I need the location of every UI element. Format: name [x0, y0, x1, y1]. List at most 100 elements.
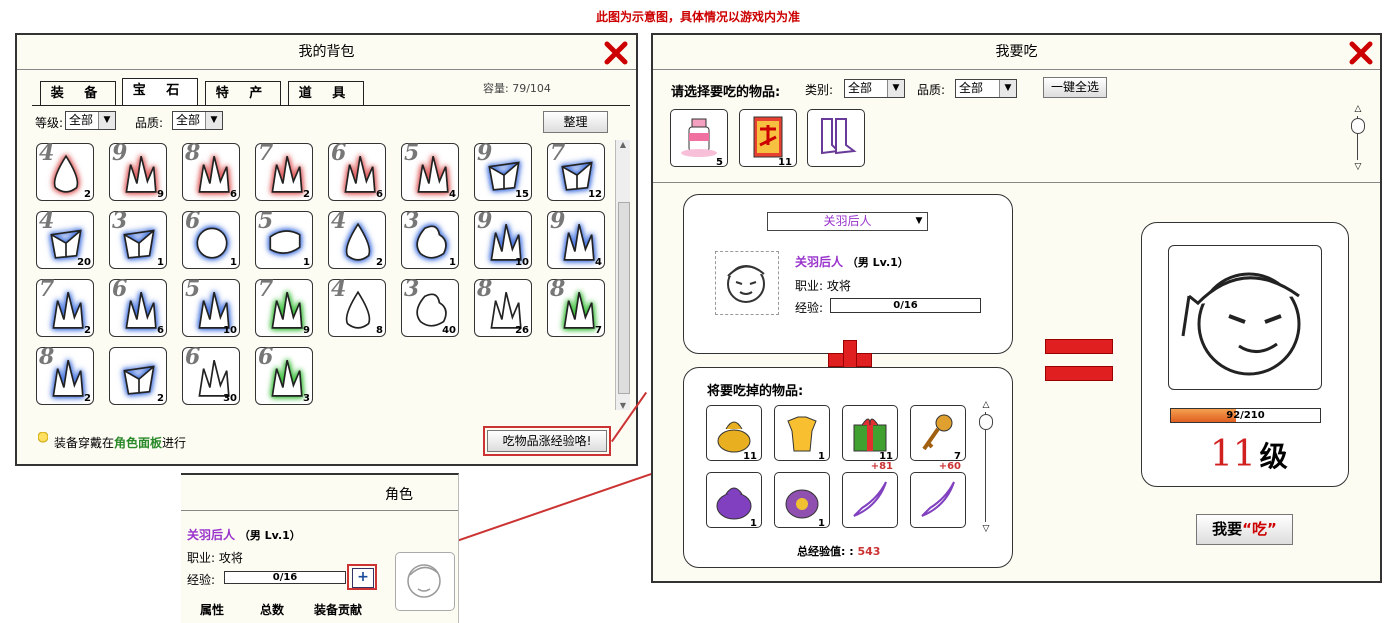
character-avatar-large: [1181, 272, 1301, 376]
gem-count: 7: [595, 325, 602, 336]
item-count: 11: [743, 451, 757, 462]
quality-select[interactable]: 全部 ▼: [172, 111, 223, 130]
role-job: 职业: 攻将: [187, 549, 243, 566]
gem-slot[interactable]: 72: [36, 276, 94, 337]
sort-button[interactable]: 整理: [543, 111, 608, 133]
scroll-up-icon[interactable]: ▲: [616, 140, 630, 149]
scroll-up-icon[interactable]: △: [1351, 104, 1365, 114]
result-exp-value: 92/210: [1226, 410, 1265, 421]
to-eat-label: 将要吃掉的物品:: [707, 384, 804, 399]
chevron-down-icon: ▼: [887, 80, 904, 97]
gem-slot[interactable]: 54: [401, 140, 459, 201]
item-count: 11: [778, 157, 792, 168]
top-item-potion[interactable]: 5: [670, 109, 728, 168]
gem-level: 9: [477, 140, 493, 166]
char-exp-bar: 0/16: [830, 298, 981, 313]
chevron-down-icon: ▼: [205, 112, 222, 129]
char-exp-value: 0/16: [893, 300, 918, 311]
scroll-knob[interactable]: [1351, 118, 1365, 134]
capacity-text: 容量: 79/104: [483, 82, 551, 95]
gem-level: 7: [258, 140, 274, 166]
category-select[interactable]: 全部 ▼: [844, 79, 905, 98]
gem-count: 40: [442, 325, 456, 336]
select-all-button[interactable]: 一键全选: [1043, 77, 1107, 98]
bag-scrollbar[interactable]: ▲ ▼: [615, 140, 630, 410]
eat-item-slot[interactable]: 11: [706, 405, 762, 462]
gem-slot[interactable]: 3 40: [401, 276, 459, 337]
gem-slot[interactable]: 61: [182, 208, 240, 269]
top-items-scrollbar[interactable]: △ ▽: [1351, 104, 1365, 172]
eat-item-slot[interactable]: 1: [774, 472, 830, 529]
gem-slot[interactable]: 42: [36, 140, 94, 201]
add-exp-button[interactable]: +: [352, 568, 374, 588]
gem-slot[interactable]: 9 15: [474, 140, 532, 201]
gem-slot[interactable]: 31: [109, 208, 167, 269]
character-panel-link[interactable]: 角色面板: [114, 436, 162, 450]
eat-item-slot[interactable]: +81: [842, 461, 898, 528]
gem-slot[interactable]: 79: [255, 276, 313, 337]
gem-level: 5: [258, 208, 274, 234]
gem-slot[interactable]: 6 30: [182, 344, 240, 405]
eat-item-slot[interactable]: 11: [842, 405, 898, 462]
scroll-down-icon[interactable]: ▽: [979, 524, 993, 534]
gem-level: 9: [550, 208, 566, 234]
gem-slot[interactable]: 2: [109, 347, 167, 405]
gem-slot[interactable]: 86: [182, 140, 240, 201]
gem-slot[interactable]: 82: [36, 344, 94, 405]
eat-items-scrollbar[interactable]: △ ▽: [979, 400, 993, 534]
tab-gems[interactable]: 宝 石: [122, 78, 198, 106]
eat-item-slot[interactable]: 7: [910, 405, 966, 462]
role-avatar: [395, 552, 455, 611]
scroll-knob[interactable]: [979, 414, 993, 430]
gem-slot[interactable]: 87: [547, 276, 605, 337]
eat-item-slot[interactable]: +60: [910, 461, 966, 528]
eat-item-slot[interactable]: 1: [706, 472, 762, 529]
purple-blade-icon: [853, 481, 887, 517]
gem-slot[interactable]: 8 26: [474, 276, 532, 337]
gem-slot[interactable]: 66: [109, 276, 167, 337]
category-label: 类别:: [805, 83, 834, 97]
gem-slot[interactable]: 72: [255, 140, 313, 201]
scroll-down-icon[interactable]: ▽: [1351, 162, 1365, 172]
gem-slot[interactable]: 5 10: [182, 276, 240, 337]
equals-icon: [1045, 339, 1113, 383]
gem-slot[interactable]: 51: [255, 208, 313, 269]
gem-slot[interactable]: 42: [328, 208, 386, 269]
gem-slot[interactable]: 63: [255, 344, 313, 405]
tab-equipment[interactable]: 装 备: [40, 81, 116, 105]
tab-specialty[interactable]: 特 产: [205, 81, 281, 105]
top-item-card[interactable]: 11: [739, 109, 797, 168]
scroll-up-icon[interactable]: △: [979, 400, 993, 410]
gem-slot[interactable]: 31: [401, 208, 459, 269]
role-exp-label: 经验:: [187, 573, 216, 587]
gem-slot[interactable]: 99: [109, 140, 167, 201]
gem-level: 6: [258, 344, 274, 370]
gem-level: 3: [404, 276, 420, 302]
gem-level: 6: [185, 208, 201, 234]
scroll-thumb[interactable]: [618, 202, 630, 394]
gem-icon: [123, 365, 155, 395]
gem-slot[interactable]: 66: [328, 140, 386, 201]
gem-count: 20: [77, 257, 91, 268]
tab-props[interactable]: 道 具: [288, 81, 364, 105]
role-name-line: 关羽后人 （男 Lv.1）: [187, 526, 301, 543]
level-select[interactable]: 全部 ▼: [65, 111, 116, 130]
gem-slot[interactable]: 4 20: [36, 208, 94, 269]
close-icon[interactable]: [603, 40, 629, 66]
eat-confirm-button[interactable]: 我要“吃”: [1196, 514, 1293, 545]
eat-items-button[interactable]: 吃物品涨经验咯!: [487, 430, 607, 452]
item-count: 5: [716, 157, 723, 168]
close-icon[interactable]: [1348, 40, 1374, 66]
eat-quality-select[interactable]: 全部 ▼: [955, 79, 1017, 98]
scroll-down-icon[interactable]: ▼: [616, 401, 630, 410]
gem-slot[interactable]: 48: [328, 276, 386, 337]
eat-item-slot[interactable]: 1: [774, 405, 830, 462]
top-item-boots[interactable]: [807, 109, 865, 167]
gem-slot[interactable]: 7 12: [547, 140, 605, 201]
equals-icon-bar-bottom: [1045, 366, 1113, 381]
gem-slot[interactable]: 9 10: [474, 208, 532, 269]
gem-level: 4: [331, 208, 347, 234]
character-select[interactable]: 关羽后人 ▼: [767, 212, 928, 231]
gem-slot[interactable]: 94: [547, 208, 605, 269]
potion-icon: [681, 118, 717, 157]
